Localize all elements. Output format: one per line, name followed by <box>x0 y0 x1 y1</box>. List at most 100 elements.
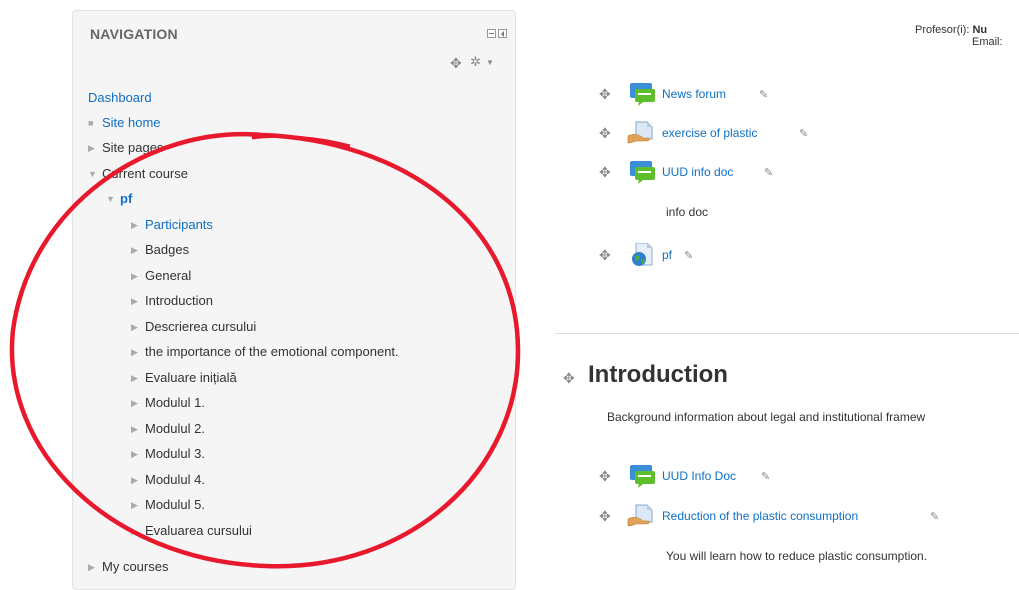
minimize-block-icon[interactable] <box>487 29 496 38</box>
expand-arrow-icon[interactable]: ▶ <box>131 523 145 539</box>
navigation-block-title: NAVIGATION <box>90 26 178 42</box>
caret-down-icon[interactable]: ▼ <box>486 58 494 67</box>
url-icon <box>627 243 657 267</box>
edit-pencil-icon[interactable]: ✎ <box>764 166 773 179</box>
nav-item-course-pf[interactable]: ▼ pf <box>106 191 132 207</box>
teacher-name[interactable]: Nu <box>972 24 987 36</box>
section-summary: Background information about legal and i… <box>607 410 926 424</box>
activity-description: info doc <box>666 205 709 219</box>
teacher-label: Profesor(i): <box>915 24 973 36</box>
move-icon[interactable]: ✥ <box>599 247 611 264</box>
expand-arrow-icon[interactable]: ▶ <box>131 472 145 488</box>
collapse-arrow-icon[interactable]: ▼ <box>106 191 120 207</box>
teacher-email-label: Email: <box>972 36 1003 48</box>
nav-item-participants[interactable]: ▶ Participants <box>131 217 213 233</box>
teacher-line: Profesor(i): Nu <box>915 24 987 36</box>
nav-item-label[interactable]: Modulul 3. <box>145 446 205 461</box>
nav-item-label[interactable]: Badges <box>145 242 189 257</box>
expand-arrow-icon[interactable]: ▶ <box>131 293 145 309</box>
activity-news-forum[interactable]: ✥ News forum ✎ <box>599 82 799 106</box>
activity-reduction-plastic[interactable]: ✥ Reduction of the plastic consumption ✎ <box>599 504 959 528</box>
expand-arrow-icon[interactable]: ▶ <box>131 242 145 258</box>
forum-icon <box>627 464 657 488</box>
expand-arrow-icon[interactable]: ▶ <box>131 319 145 335</box>
nav-item-my-courses[interactable]: ▶ My courses <box>88 559 168 575</box>
dock-block-icon[interactable] <box>498 29 507 38</box>
nav-item-badges[interactable]: ▶ Badges <box>131 242 189 258</box>
section-title: Introduction <box>588 361 728 388</box>
expand-arrow-icon[interactable]: ▶ <box>88 140 102 156</box>
move-section-icon[interactable]: ✥ <box>563 370 575 387</box>
activity-link[interactable]: Reduction of the plastic consumption <box>662 509 858 523</box>
expand-arrow-icon[interactable]: ▶ <box>131 421 145 437</box>
move-icon[interactable]: ✥ <box>599 508 611 525</box>
nav-item-emotional-component[interactable]: ▶ the importance of the emotional compone… <box>131 344 399 360</box>
activity-link[interactable]: UUD info doc <box>662 165 733 179</box>
activity-pf-url[interactable]: ✥ pf ✎ <box>599 243 719 267</box>
expand-arrow-icon[interactable]: ▶ <box>131 497 145 513</box>
forum-icon <box>627 160 657 184</box>
nav-item-modulul-1[interactable]: ▶ Modulul 1. <box>131 395 205 411</box>
gear-icon[interactable]: ✲ <box>470 54 481 70</box>
nav-item-label[interactable]: Modulul 5. <box>145 497 205 512</box>
move-icon[interactable]: ✥ <box>599 468 611 485</box>
nav-item-label[interactable]: Participants <box>145 217 213 232</box>
expand-arrow-icon[interactable]: ▶ <box>88 559 102 575</box>
edit-pencil-icon[interactable]: ✎ <box>930 510 939 523</box>
collapse-arrow-icon[interactable]: ▼ <box>88 166 102 182</box>
activity-uud-info-doc-2[interactable]: ✥ UUD Info Doc ✎ <box>599 464 799 488</box>
nav-item-modulul-5[interactable]: ▶ Modulul 5. <box>131 497 205 513</box>
nav-item-label[interactable]: Modulul 4. <box>145 472 205 487</box>
nav-item-label[interactable]: My courses <box>102 559 168 574</box>
edit-pencil-icon[interactable]: ✎ <box>761 470 770 483</box>
move-icon[interactable]: ✥ <box>599 86 611 103</box>
activity-exercise-of-plastic[interactable]: ✥ exercise of plastic ✎ <box>599 121 839 145</box>
nav-item-label[interactable]: Evaluarea cursului <box>145 523 252 538</box>
nav-item-evaluare-initiala[interactable]: ▶ Evaluare inițială <box>131 370 237 386</box>
nav-item-label[interactable]: pf <box>120 191 132 206</box>
nav-item-label[interactable]: Modulul 1. <box>145 395 205 410</box>
nav-item-general[interactable]: ▶ General <box>131 268 191 284</box>
activity-link[interactable]: News forum <box>662 87 726 101</box>
nav-item-label[interactable]: Site pages <box>102 140 163 155</box>
nav-item-introduction[interactable]: ▶ Introduction <box>131 293 213 309</box>
edit-pencil-icon[interactable]: ✎ <box>684 249 693 262</box>
expand-arrow-icon[interactable]: ▶ <box>131 344 145 360</box>
move-block-icon[interactable]: ✥ <box>450 55 462 72</box>
nav-item-evaluarea-cursului[interactable]: ▶ Evaluarea cursului <box>131 523 252 539</box>
activity-description: You will learn how to reduce plastic con… <box>666 549 928 563</box>
assignment-icon <box>627 504 657 528</box>
expand-arrow-icon[interactable]: ▶ <box>131 395 145 411</box>
activity-link[interactable]: exercise of plastic <box>662 126 757 140</box>
nav-item-label[interactable]: Introduction <box>145 293 213 308</box>
nav-item-label[interactable]: the importance of the emotional componen… <box>145 344 399 359</box>
activity-link[interactable]: pf <box>662 248 672 262</box>
nav-item-label[interactable]: Descrierea cursului <box>145 319 256 334</box>
nav-item-descrierea-cursului[interactable]: ▶ Descrierea cursului <box>131 319 256 335</box>
activity-uud-info-doc[interactable]: ✥ UUD info doc ✎ <box>599 160 799 184</box>
expand-arrow-icon[interactable]: ▶ <box>131 446 145 462</box>
nav-item-label[interactable]: Current course <box>102 166 188 181</box>
activity-link[interactable]: UUD Info Doc <box>662 469 736 483</box>
move-icon[interactable]: ✥ <box>599 164 611 181</box>
edit-pencil-icon[interactable]: ✎ <box>799 127 808 140</box>
nav-item-label[interactable]: Modulul 2. <box>145 421 205 436</box>
nav-item-label[interactable]: Evaluare inițială <box>145 370 237 385</box>
edit-pencil-icon[interactable]: ✎ <box>759 88 768 101</box>
nav-item-site-home[interactable]: ■ Site home <box>88 115 161 131</box>
section-divider <box>555 333 1019 334</box>
nav-item-label[interactable]: General <box>145 268 191 283</box>
nav-item-label[interactable]: Site home <box>102 115 161 130</box>
nav-item-current-course[interactable]: ▼ Current course <box>88 166 188 182</box>
expand-arrow-icon[interactable]: ▶ <box>131 268 145 284</box>
move-icon[interactable]: ✥ <box>599 125 611 142</box>
expand-arrow-icon[interactable]: ▶ <box>131 217 145 233</box>
navigation-block: NAVIGATION ✥ ✲ ▼ Dashboard ■ Site home ▶ S… <box>72 10 516 590</box>
nav-item-site-pages[interactable]: ▶ Site pages <box>88 140 163 156</box>
nav-item-modulul-2[interactable]: ▶ Modulul 2. <box>131 421 205 437</box>
forum-icon <box>627 82 657 106</box>
nav-dashboard[interactable]: Dashboard <box>88 90 152 106</box>
expand-arrow-icon[interactable]: ▶ <box>131 370 145 386</box>
nav-item-modulul-4[interactable]: ▶ Modulul 4. <box>131 472 205 488</box>
nav-item-modulul-3[interactable]: ▶ Modulul 3. <box>131 446 205 462</box>
